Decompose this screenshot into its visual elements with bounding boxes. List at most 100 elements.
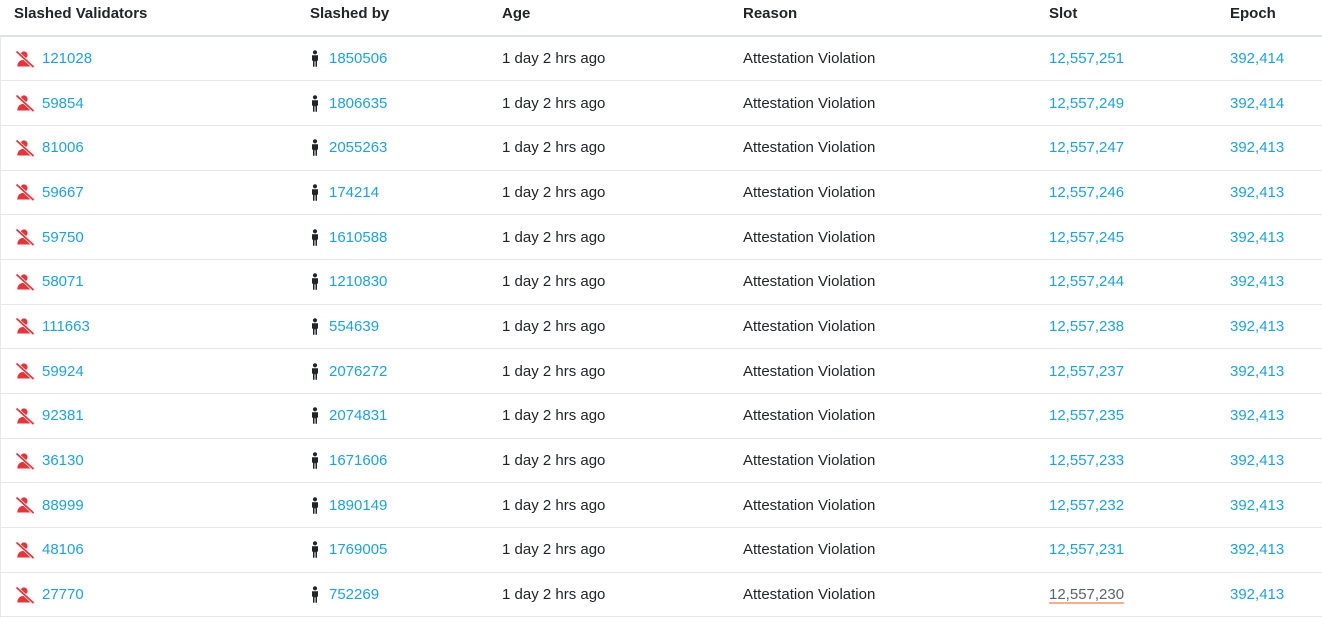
column-header-slashed-by[interactable]: Slashed by — [296, 0, 488, 37]
reason-cell: Attestation Violation — [729, 394, 1035, 439]
slashed-by-cell: 1769005 — [296, 528, 488, 573]
slot-link[interactable]: 12,557,251 — [1049, 50, 1124, 67]
epoch-link[interactable]: 392,414 — [1230, 50, 1284, 67]
reason-text: Attestation Violation — [743, 362, 876, 380]
slot-link[interactable]: 12,557,233 — [1049, 452, 1124, 469]
slashed-validator-icon — [15, 496, 35, 515]
age-cell: 1 day 2 hrs ago — [488, 438, 729, 483]
slashings-table: Slashed Validators Slashed by Age Reason… — [0, 0, 1322, 617]
validator-link[interactable]: 58071 — [42, 273, 84, 290]
age-text: 1 day 2 hrs ago — [502, 50, 606, 68]
epoch-link[interactable]: 392,413 — [1230, 229, 1284, 246]
table-row: 58071 1210830 1 day 2 hrs ago Attestatio… — [0, 259, 1322, 305]
epoch-cell: 392,413 — [1216, 125, 1322, 170]
validator-link[interactable]: 59667 — [42, 184, 84, 201]
person-icon — [310, 139, 320, 157]
slashed-by-cell: 1210830 — [296, 259, 488, 304]
slashed-validator-icon — [15, 49, 35, 68]
table-row: 111663 554639 1 day 2 hrs ago Attestatio… — [0, 304, 1322, 349]
validator-link[interactable]: 59750 — [42, 229, 84, 246]
validator-link[interactable]: 59924 — [42, 363, 84, 380]
epoch-link[interactable]: 392,413 — [1230, 452, 1284, 469]
table-row: 59854 1806635 1 day 2 hrs ago Attestatio… — [0, 81, 1322, 126]
validator-cell: 111663 — [0, 304, 296, 349]
validator-link[interactable]: 59854 — [42, 95, 84, 112]
slot-link[interactable]: 12,557,238 — [1049, 318, 1124, 335]
reason-cell: Attestation Violation — [729, 572, 1035, 617]
column-header-epoch[interactable]: Epoch — [1216, 0, 1322, 37]
epoch-link[interactable]: 392,413 — [1230, 318, 1284, 335]
epoch-link[interactable]: 392,413 — [1230, 184, 1284, 201]
slot-link[interactable]: 12,557,247 — [1049, 139, 1124, 156]
slashed-by-link[interactable]: 2074831 — [329, 407, 387, 424]
validator-link[interactable]: 81006 — [42, 139, 84, 156]
slashed-by-link[interactable]: 1850506 — [329, 50, 387, 67]
slashed-by-link[interactable]: 1806635 — [329, 95, 387, 112]
column-header-slashed-validators[interactable]: Slashed Validators — [0, 0, 296, 37]
epoch-link[interactable]: 392,414 — [1230, 95, 1284, 112]
epoch-link[interactable]: 392,413 — [1230, 139, 1284, 156]
slot-link[interactable]: 12,557,231 — [1049, 541, 1124, 558]
epoch-cell: 392,413 — [1216, 170, 1322, 215]
reason-text: Attestation Violation — [743, 317, 876, 335]
reason-cell: Attestation Violation — [729, 215, 1035, 260]
table-row: 48106 1769005 1 day 2 hrs ago Attestatio… — [0, 528, 1322, 573]
person-icon — [310, 362, 320, 380]
column-header-slot[interactable]: Slot — [1035, 0, 1216, 37]
slashed-by-link[interactable]: 174214 — [329, 184, 379, 201]
slot-link[interactable]: 12,557,230 — [1049, 586, 1124, 603]
age-cell: 1 day 2 hrs ago — [488, 125, 729, 170]
table-row: 36130 1671606 1 day 2 hrs ago Attestatio… — [0, 438, 1322, 483]
slot-link[interactable]: 12,557,235 — [1049, 407, 1124, 424]
slashed-by-link[interactable]: 2055263 — [329, 139, 387, 156]
reason-cell: Attestation Violation — [729, 349, 1035, 394]
validator-link[interactable]: 111663 — [42, 318, 90, 335]
column-header-age[interactable]: Age — [488, 0, 729, 37]
age-text: 1 day 2 hrs ago — [502, 317, 606, 335]
slashed-by-link[interactable]: 752269 — [329, 586, 379, 603]
reason-text: Attestation Violation — [743, 50, 876, 68]
validator-link[interactable]: 92381 — [42, 407, 84, 424]
slashed-by-link[interactable]: 1671606 — [329, 452, 387, 469]
column-header-reason[interactable]: Reason — [729, 0, 1035, 37]
slashed-by-link[interactable]: 1769005 — [329, 541, 387, 558]
slot-link[interactable]: 12,557,232 — [1049, 497, 1124, 514]
age-text: 1 day 2 hrs ago — [502, 452, 606, 470]
validator-link[interactable]: 48106 — [42, 541, 84, 558]
age-text: 1 day 2 hrs ago — [502, 273, 606, 291]
slashed-by-link[interactable]: 1890149 — [329, 497, 387, 514]
reason-text: Attestation Violation — [743, 94, 876, 112]
age-cell: 1 day 2 hrs ago — [488, 81, 729, 126]
validator-link[interactable]: 88999 — [42, 497, 84, 514]
slashed-by-link[interactable]: 1610588 — [329, 229, 387, 246]
slot-link[interactable]: 12,557,249 — [1049, 95, 1124, 112]
slashed-by-link[interactable]: 1210830 — [329, 273, 387, 290]
validator-link[interactable]: 121028 — [42, 50, 92, 67]
epoch-link[interactable]: 392,413 — [1230, 363, 1284, 380]
slot-link[interactable]: 12,557,244 — [1049, 273, 1124, 290]
validator-link[interactable]: 36130 — [42, 452, 84, 469]
reason-cell: Attestation Violation — [729, 170, 1035, 215]
validator-cell: 88999 — [0, 483, 296, 528]
epoch-link[interactable]: 392,413 — [1230, 541, 1284, 558]
slashed-validator-icon — [15, 362, 35, 381]
epoch-link[interactable]: 392,413 — [1230, 273, 1284, 290]
slashed-by-cell: 1850506 — [296, 36, 488, 81]
reason-cell: Attestation Violation — [729, 438, 1035, 483]
epoch-cell: 392,413 — [1216, 304, 1322, 349]
epoch-cell: 392,413 — [1216, 438, 1322, 483]
epoch-link[interactable]: 392,413 — [1230, 407, 1284, 424]
slot-link[interactable]: 12,557,237 — [1049, 363, 1124, 380]
slashed-by-link[interactable]: 2076272 — [329, 363, 387, 380]
validator-link[interactable]: 27770 — [42, 586, 84, 603]
table-row: 92381 2074831 1 day 2 hrs ago Attestatio… — [0, 394, 1322, 439]
slashed-by-link[interactable]: 554639 — [329, 318, 379, 335]
slot-link[interactable]: 12,557,245 — [1049, 229, 1124, 246]
slot-link[interactable]: 12,557,246 — [1049, 184, 1124, 201]
epoch-link[interactable]: 392,413 — [1230, 586, 1284, 603]
age-cell: 1 day 2 hrs ago — [488, 36, 729, 81]
epoch-cell: 392,413 — [1216, 572, 1322, 617]
epoch-link[interactable]: 392,413 — [1230, 497, 1284, 514]
reason-cell: Attestation Violation — [729, 528, 1035, 573]
slashed-validator-icon — [15, 228, 35, 247]
